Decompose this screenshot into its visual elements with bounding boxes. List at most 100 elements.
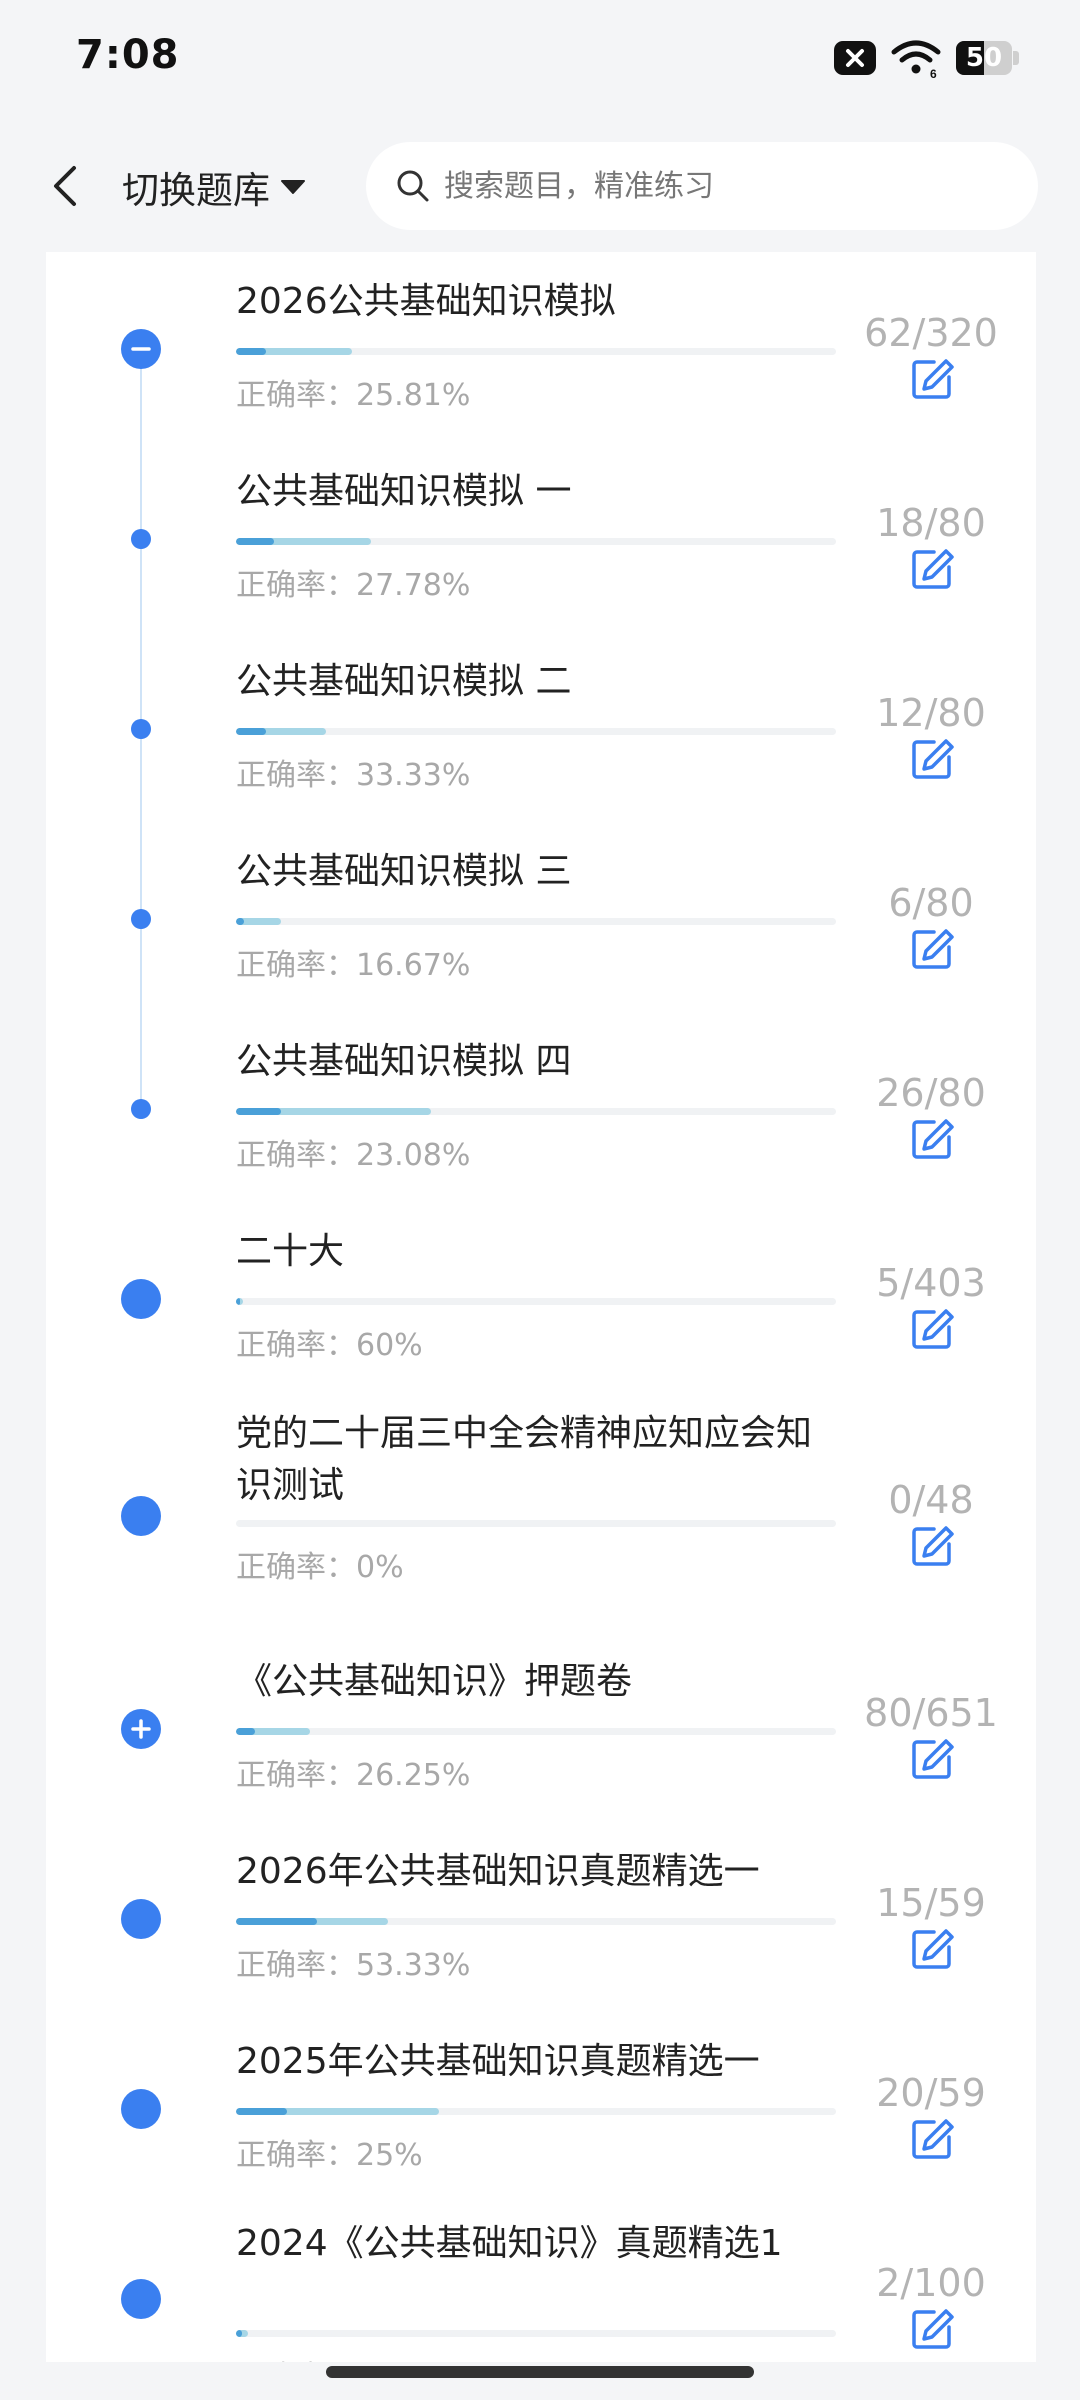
wifi-icon: 6 (891, 40, 941, 78)
progress-bar (236, 918, 836, 925)
search-input[interactable] (442, 167, 1006, 205)
edit-icon[interactable] (910, 2117, 954, 2161)
progress-count: 62/320 (864, 311, 998, 355)
list-item[interactable]: 公共基础知识模拟 二正确率：33.33% 12/80 (46, 632, 1036, 822)
accuracy-text: 正确率：27.78% (236, 568, 471, 603)
caret-down-icon (281, 180, 305, 194)
timeline-dot (131, 1099, 151, 1119)
progress-count: 18/80 (876, 501, 986, 545)
progress-count: 2/100 (876, 2261, 986, 2305)
item-title: 公共基础知识模拟 三 (236, 851, 572, 892)
switch-bank-label: 切换题库 (122, 169, 270, 212)
list-item[interactable]: 公共基础知识模拟 四正确率：23.08% 26/80 (46, 1012, 1036, 1202)
progress-correct-fill (236, 728, 266, 735)
timeline-dot (131, 529, 151, 549)
list-item[interactable]: 《公共基础知识》押题卷正确率：26.25% 80/651 (46, 1632, 1036, 1822)
progress-bar (236, 2108, 836, 2115)
list-item[interactable]: 2026年公共基础知识真题精选一 正确率：53.33% 15/59 (46, 1822, 1036, 2012)
accuracy-text: 正确率：33.33% (236, 758, 471, 793)
progress-correct-fill (236, 1728, 256, 1735)
progress-count: 20/59 (876, 2071, 986, 2115)
search-bar[interactable] (366, 142, 1038, 230)
progress-count: 5/403 (876, 1261, 986, 1305)
question-bank-list: 2026公共基础知识模拟 正确率：25.81% 62/320 公共基础知识模拟 一正确… (46, 252, 1036, 2362)
timeline-dot (131, 719, 151, 739)
accuracy-text: 正确率：0% (236, 1550, 404, 1585)
header: 切换题库 (0, 120, 1080, 252)
list-item[interactable]: 2024《公共基础知识》真题精选1 正确率：50% 2/100 (46, 2202, 1036, 2362)
edit-icon[interactable] (910, 1927, 954, 1971)
edit-icon[interactable] (910, 1524, 954, 1568)
progress-correct-fill (236, 2330, 242, 2337)
progress-correct-fill (236, 1918, 318, 1925)
timeline-dot (121, 1496, 161, 1536)
collapse-icon[interactable] (121, 329, 161, 369)
status-bar: 7:08 6 50 (0, 0, 1080, 120)
edit-icon[interactable] (910, 1117, 954, 1161)
item-title: 党的二十届三中全会精神应知应会知识测试 (236, 1413, 813, 1506)
edit-icon[interactable] (910, 927, 954, 971)
accuracy-text: 正确率：53.33% (236, 1948, 471, 1983)
timeline-dot (121, 2279, 161, 2319)
accuracy-text: 正确率：26.25% (236, 1758, 471, 1793)
timeline-dot (121, 1279, 161, 1319)
progress-bar (236, 728, 836, 735)
progress-count: 6/80 (888, 881, 974, 925)
progress-correct-fill (236, 1108, 281, 1115)
progress-correct-fill (236, 918, 244, 925)
progress-correct-fill (236, 538, 274, 545)
list-item[interactable]: 公共基础知识模拟 一正确率：27.78% 18/80 (46, 442, 1036, 632)
timeline-dot (131, 909, 151, 929)
status-time: 7:08 (76, 32, 180, 78)
status-icons: 6 50 (834, 38, 1020, 78)
item-title: 2026年公共基础知识真题精选一 (236, 1851, 760, 1892)
edit-icon[interactable] (910, 1737, 954, 1781)
battery-level: 50 (965, 43, 1003, 73)
expand-icon[interactable] (121, 1709, 161, 1749)
progress-correct-fill (236, 1298, 241, 1305)
item-title: 公共基础知识模拟 四 (236, 1041, 572, 1082)
svg-text:6: 6 (930, 67, 937, 78)
accuracy-text: 正确率：25% (236, 2138, 423, 2173)
progress-count: 80/651 (864, 1691, 998, 1735)
list-item[interactable]: 2025年公共基础知识真题精选一正确率：25% 20/59 (46, 2012, 1036, 2202)
progress-correct-fill (236, 348, 267, 355)
home-indicator[interactable] (326, 2366, 754, 2378)
progress-count: 12/80 (876, 691, 986, 735)
progress-bar (236, 1918, 836, 1925)
list-item[interactable]: 2026公共基础知识模拟 正确率：25.81% 62/320 (46, 252, 1036, 442)
list-item[interactable]: 二十大正确率：60% 5/403 (46, 1202, 1036, 1392)
item-title: 公共基础知识模拟 一 (236, 471, 572, 512)
edit-icon[interactable] (910, 1307, 954, 1351)
progress-bar (236, 348, 836, 355)
progress-count: 0/48 (888, 1478, 974, 1522)
progress-bar (236, 1520, 836, 1527)
timeline-dot (121, 2089, 161, 2129)
search-icon (396, 168, 432, 204)
accuracy-text: 正确率：50% (236, 2352, 423, 2362)
item-title: 公共基础知识模拟 二 (236, 661, 572, 702)
accuracy-text: 正确率：16.67% (236, 948, 471, 983)
back-button[interactable] (40, 154, 88, 218)
list-item[interactable]: 公共基础知识模拟 三正确率：16.67% 6/80 (46, 822, 1036, 1012)
progress-correct-fill (236, 2108, 287, 2115)
item-title: 2025年公共基础知识真题精选一 (236, 2041, 760, 2082)
notification-x-icon (834, 41, 876, 75)
progress-bar (236, 1298, 836, 1305)
progress-bar (236, 1728, 836, 1735)
timeline-dot (121, 1899, 161, 1939)
item-title: 二十大 (236, 1231, 345, 1272)
switch-bank-dropdown[interactable]: 切换题库 (122, 160, 306, 214)
item-title: 《公共基础知识》押题卷 (236, 1661, 633, 1702)
edit-icon[interactable] (910, 357, 954, 401)
edit-icon[interactable] (910, 737, 954, 781)
edit-icon[interactable] (910, 547, 954, 591)
accuracy-text: 正确率：25.81% (236, 378, 471, 413)
accuracy-text: 正确率：23.08% (236, 1138, 471, 1173)
progress-bar (236, 538, 836, 545)
list-item[interactable]: 党的二十届三中全会精神应知应会知识测试正确率：0% 0/48 (46, 1392, 1036, 1585)
item-title: 2024《公共基础知识》真题精选1 (236, 2223, 783, 2264)
chevron-left-icon (54, 166, 76, 206)
edit-icon[interactable] (910, 2307, 954, 2351)
accuracy-text: 正确率：60% (236, 1328, 423, 1363)
